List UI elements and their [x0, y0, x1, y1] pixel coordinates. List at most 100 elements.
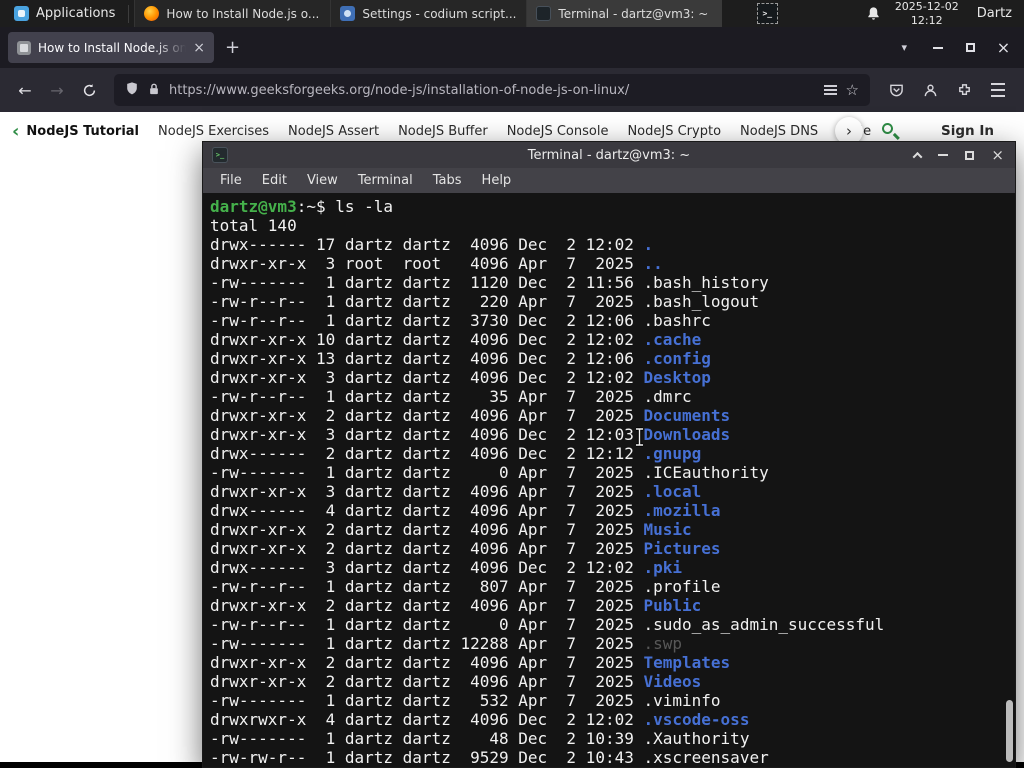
- file-name: .bash_history: [643, 273, 769, 292]
- applications-icon: [14, 6, 29, 21]
- site-nav-link[interactable]: NodeJS Buffer: [398, 124, 488, 139]
- menu-icon[interactable]: [982, 75, 1014, 105]
- applications-label: Applications: [36, 6, 116, 21]
- terminal-line: -rw-r--r-- 1 dartz dartz 220 Apr 7 2025 …: [210, 292, 1015, 311]
- taskbar-button-label: Settings - codium script...: [362, 6, 517, 21]
- terminal-line: drwx------ 17 dartz dartz 4096 Dec 2 12:…: [210, 235, 1015, 254]
- window-minimize-button[interactable]: [921, 27, 954, 68]
- list-all-tabs-icon[interactable]: ▾: [887, 41, 921, 54]
- site-nav-link[interactable]: NodeJS Console: [507, 124, 609, 139]
- terminal-titlebar[interactable]: >_ Terminal - dartz@vm3: ~ ×: [203, 142, 1015, 168]
- terminal-line: -rw-r--r-- 1 dartz dartz 35 Apr 7 2025 .…: [210, 387, 1015, 406]
- file-meta: drwxr-xr-x 3 dartz dartz 4096 Apr 7 2025: [210, 482, 644, 501]
- clock-date: 2025-12-02: [894, 0, 959, 14]
- taskbar-button[interactable]: Settings - codium script...: [330, 0, 527, 27]
- terminal-window-icon: >_: [212, 147, 228, 163]
- tray-terminal-icon[interactable]: >_: [756, 3, 778, 24]
- terminal-line: drwxr-xr-x 2 dartz dartz 4096 Apr 7 2025…: [210, 520, 1015, 539]
- account-icon[interactable]: [914, 75, 946, 105]
- bookmark-star-icon[interactable]: ☆: [846, 81, 859, 99]
- window-close-button[interactable]: ×: [987, 27, 1020, 68]
- new-tab-button[interactable]: +: [214, 37, 251, 58]
- extensions-icon[interactable]: [948, 75, 980, 105]
- site-nav-link[interactable]: NodeJS Exercises: [158, 124, 269, 139]
- file-name: .: [643, 235, 654, 254]
- terminal-close-button[interactable]: ×: [991, 147, 1004, 163]
- file-meta: drwx------ 17 dartz dartz 4096 Dec 2 12:…: [210, 235, 644, 254]
- terminal-line: -rw------- 1 dartz dartz 532 Apr 7 2025 …: [210, 691, 1015, 710]
- forward-button[interactable]: →: [42, 75, 72, 105]
- window-maximize-button[interactable]: [954, 27, 987, 68]
- terminal-line: total 140: [210, 216, 1015, 235]
- terminal-menu-item[interactable]: File: [210, 171, 252, 190]
- reader-mode-icon[interactable]: [823, 84, 837, 96]
- prompt-user-host: dartz@vm3: [210, 197, 297, 216]
- clock[interactable]: 2025-12-02 12:12: [895, 0, 959, 26]
- tab-close-icon[interactable]: ×: [193, 40, 205, 56]
- terminal-maximize-button[interactable]: [965, 150, 975, 160]
- terminal-menu-item[interactable]: Edit: [252, 171, 297, 190]
- taskbar-button[interactable]: How to Install Node.js o...: [134, 0, 331, 27]
- terminal-scrollbar[interactable]: [1004, 142, 1015, 767]
- terminal-line: drwx------ 3 dartz dartz 4096 Dec 2 12:0…: [210, 558, 1015, 577]
- terminal-line: -rw------- 1 dartz dartz 0 Apr 7 2025 .I…: [210, 463, 1015, 482]
- site-nav-link[interactable]: NodeJS Crypto: [627, 124, 721, 139]
- file-meta: drwxr-xr-x 2 dartz dartz 4096 Apr 7 2025: [210, 520, 644, 539]
- panel-separator: [128, 4, 130, 23]
- file-name: Downloads: [643, 425, 731, 444]
- terminal-line: drwxr-xr-x 3 dartz dartz 4096 Dec 2 12:0…: [210, 425, 1015, 444]
- file-meta: -rw------- 1 dartz dartz 0 Apr 7 2025: [210, 463, 644, 482]
- terminal-window-controls: ×: [912, 147, 1006, 163]
- site-nav-link[interactable]: NodeJS DNS: [740, 124, 818, 139]
- clock-time: 12:12: [910, 13, 943, 27]
- terminal-output[interactable]: dartz@vm3:~$ ls -la total 140 drwx------ 1…: [203, 193, 1015, 767]
- file-name: .vscode-oss: [643, 710, 750, 729]
- terminal-title: Terminal - dartz@vm3: ~: [527, 147, 691, 163]
- minimize-icon: [932, 46, 943, 49]
- search-icon[interactable]: [881, 121, 901, 141]
- terminal-menu-item[interactable]: Help: [472, 171, 522, 190]
- taskbar-button[interactable]: Terminal - dartz@vm3: ~: [526, 0, 723, 27]
- terminal-minimize-button[interactable]: [938, 154, 949, 156]
- file-name: .cache: [643, 330, 702, 349]
- lock-icon[interactable]: [148, 81, 160, 100]
- file-name: ..: [643, 254, 663, 273]
- site-nav-link[interactable]: NodeJS Assert: [288, 124, 379, 139]
- file-name: .ICEauthority: [643, 463, 769, 482]
- terminal-menu-item[interactable]: Tabs: [423, 171, 472, 190]
- sign-in-link[interactable]: Sign In: [941, 123, 994, 139]
- file-name: .dmrc: [643, 387, 692, 406]
- taskbar-button-label: How to Install Node.js o...: [166, 6, 320, 21]
- nav-back-chevron-icon[interactable]: ‹: [12, 121, 19, 142]
- reload-button[interactable]: [74, 75, 104, 105]
- notification-bell-icon[interactable]: [866, 6, 881, 21]
- terminal-menu-item[interactable]: View: [297, 171, 348, 190]
- back-button[interactable]: ←: [10, 75, 40, 105]
- terminal-menu-item[interactable]: Terminal: [348, 171, 423, 190]
- tab-bar: How to Install Node.js on × + ▾ ×: [0, 27, 1024, 68]
- file-meta: drwx------ 4 dartz dartz 4096 Apr 7 2025: [210, 501, 644, 520]
- settings-icon: [340, 6, 356, 21]
- tracking-shield-icon[interactable]: [125, 81, 139, 100]
- terminal-window-icon-glyph: >_: [215, 151, 225, 159]
- applications-menu[interactable]: Applications: [6, 0, 123, 27]
- file-meta: drwxr-xr-x 10 dartz dartz 4096 Dec 2 12:…: [210, 330, 644, 349]
- tab-favicon-icon: [17, 40, 31, 55]
- terminal-line: drwx------ 4 dartz dartz 4096 Apr 7 2025…: [210, 501, 1015, 520]
- file-name: Templates: [643, 653, 731, 672]
- maximize-icon: [966, 43, 975, 52]
- file-name: .sudo_as_admin_successful: [643, 615, 885, 634]
- url-text[interactable]: https://www.geeksforgeeks.org/node-js/in…: [169, 83, 815, 98]
- browser-tab[interactable]: How to Install Node.js on ×: [8, 32, 214, 63]
- site-nav-link[interactable]: NodeJS Tutorial: [26, 124, 139, 139]
- terminal-line: -rw------- 1 dartz dartz 48 Dec 2 10:39 …: [210, 729, 1015, 748]
- terminal-line: drwxr-xr-x 3 dartz dartz 4096 Dec 2 12:0…: [210, 368, 1015, 387]
- file-name: .xscreensaver: [643, 748, 769, 767]
- url-bar[interactable]: https://www.geeksforgeeks.org/node-js/in…: [114, 74, 870, 106]
- file-name: .swp: [643, 634, 683, 653]
- terminal-scrollbar-thumb[interactable]: [1006, 700, 1013, 762]
- pocket-icon[interactable]: [880, 75, 912, 105]
- terminal-window: >_ Terminal - dartz@vm3: ~ × File Edit Vie…: [202, 141, 1016, 768]
- taskbar-button-label: Terminal - dartz@vm3: ~: [558, 6, 709, 21]
- terminal-rollup-button[interactable]: [912, 151, 923, 162]
